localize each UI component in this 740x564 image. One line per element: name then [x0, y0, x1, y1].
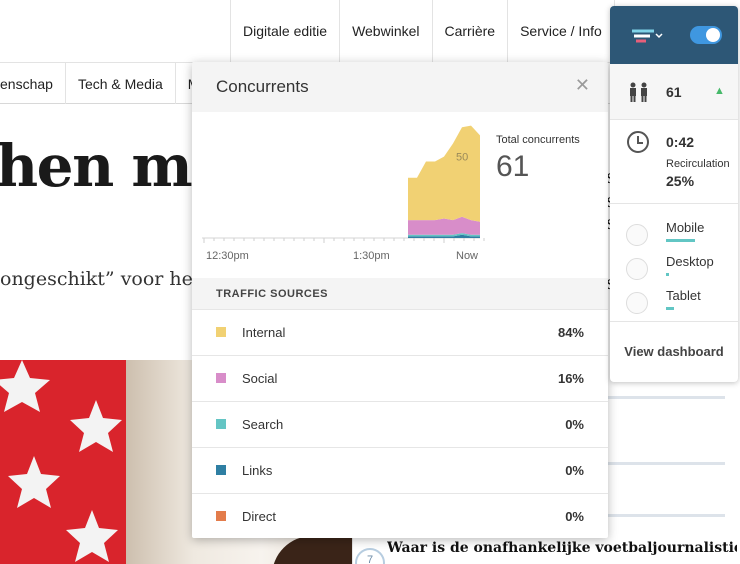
traffic-source-name: Search — [242, 417, 284, 432]
device-breakdown: Mobile Desktop Tablet — [610, 204, 738, 322]
swatch-icon — [216, 511, 226, 521]
view-dashboard-link[interactable]: View dashboard — [610, 322, 738, 380]
widget-header — [610, 6, 738, 64]
y-tick-label: 50 — [456, 152, 468, 164]
tablet-icon — [626, 292, 648, 314]
section-wetenschap[interactable]: enschap — [0, 63, 66, 104]
device-share-bar — [666, 273, 669, 276]
concurrents-summary[interactable]: 61 ▲ — [610, 64, 738, 120]
total-concurrents-value: 61 — [496, 150, 530, 183]
x-tick-label: 1:30pm — [353, 250, 390, 262]
concurrents-popover: Concurrents ✕ 50 Total concurrents 61 12… — [192, 62, 608, 538]
swatch-icon — [216, 327, 226, 337]
traffic-source-percent: 84% — [557, 325, 584, 340]
recirculation-label: Recirculation — [666, 158, 730, 170]
analytics-logo-icon[interactable] — [630, 26, 664, 46]
clock-icon — [627, 131, 649, 153]
nav-digitale-editie[interactable]: Digitale editie — [231, 0, 341, 62]
desktop-icon — [626, 258, 648, 280]
traffic-source-name: Links — [242, 463, 273, 478]
list-item[interactable]: Waar is de onafhankelijke voetbaljournal… — [387, 540, 737, 556]
engagement-summary: 0:42 Recirculation 25% — [610, 120, 738, 204]
traffic-sources-title: TRAFFIC SOURCES — [216, 288, 328, 300]
device-label: Mobile — [666, 220, 705, 235]
mobile-icon — [626, 224, 648, 246]
traffic-source-percent: 0% — [565, 417, 584, 432]
article-intro: ongeschikt” voor he — [0, 268, 193, 290]
popover-title: Concurrents — [216, 77, 309, 96]
swatch-icon — [216, 465, 226, 475]
traffic-sources-list: Internal 84% Social 16% Search 0% Links … — [192, 310, 608, 538]
widget-toggle[interactable] — [690, 26, 722, 44]
x-tick-label: 12:30pm — [206, 250, 249, 262]
traffic-source-name: Social — [242, 371, 278, 386]
swatch-icon — [216, 373, 226, 383]
device-tablet: Tablet — [610, 288, 738, 322]
analytics-widget: 61 ▲ 0:42 Recirculation 25% Mobile Deskt… — [610, 6, 738, 382]
nav-service-info[interactable]: Service / Info — [508, 0, 615, 62]
traffic-source-search[interactable]: Search 0% — [192, 402, 608, 448]
traffic-source-links[interactable]: Links 0% — [192, 448, 608, 494]
traffic-source-percent: 0% — [565, 509, 584, 524]
concurrents-chart: 50 Total concurrents 61 12:30pm 1:30pm N… — [192, 112, 608, 278]
traffic-source-name: Direct — [242, 509, 276, 524]
traffic-sources-header: TRAFFIC SOURCES — [192, 278, 608, 310]
device-share-bar — [666, 239, 695, 242]
flag-image — [0, 360, 126, 564]
recirculation-value: 25% — [666, 173, 695, 189]
concurrents-count: 61 — [666, 84, 682, 100]
total-concurrents-label: Total concurrents — [496, 134, 580, 146]
traffic-source-internal[interactable]: Internal 84% — [192, 310, 608, 356]
device-mobile: Mobile — [610, 220, 738, 254]
popover-header: Concurrents ✕ — [192, 62, 608, 112]
list-item-number: 7 — [355, 548, 385, 564]
area-series-internal — [408, 125, 480, 222]
nav-carriere[interactable]: Carrière — [433, 0, 509, 62]
traffic-source-social[interactable]: Social 16% — [192, 356, 608, 402]
people-icon — [630, 82, 647, 102]
swatch-icon — [216, 419, 226, 429]
trend-up-icon: ▲ — [714, 85, 725, 97]
nav-webwinkel[interactable]: Webwinkel — [340, 0, 433, 62]
close-icon[interactable]: ✕ — [575, 76, 590, 94]
flag-stars-icon — [0, 360, 122, 562]
traffic-source-percent: 0% — [565, 463, 584, 478]
engaged-time: 0:42 — [666, 134, 695, 150]
x-tick-label: Now — [456, 250, 479, 262]
section-tech-media[interactable]: Tech & Media — [66, 63, 176, 104]
device-label: Desktop — [666, 254, 714, 269]
device-share-bar — [666, 307, 674, 310]
device-desktop: Desktop — [610, 254, 738, 288]
device-label: Tablet — [666, 288, 701, 303]
traffic-source-percent: 16% — [557, 371, 584, 386]
traffic-source-direct[interactable]: Direct 0% — [192, 494, 608, 538]
traffic-source-name: Internal — [242, 325, 286, 340]
top-navigation: Digitale editie Webwinkel Carrière Servi… — [230, 0, 615, 62]
